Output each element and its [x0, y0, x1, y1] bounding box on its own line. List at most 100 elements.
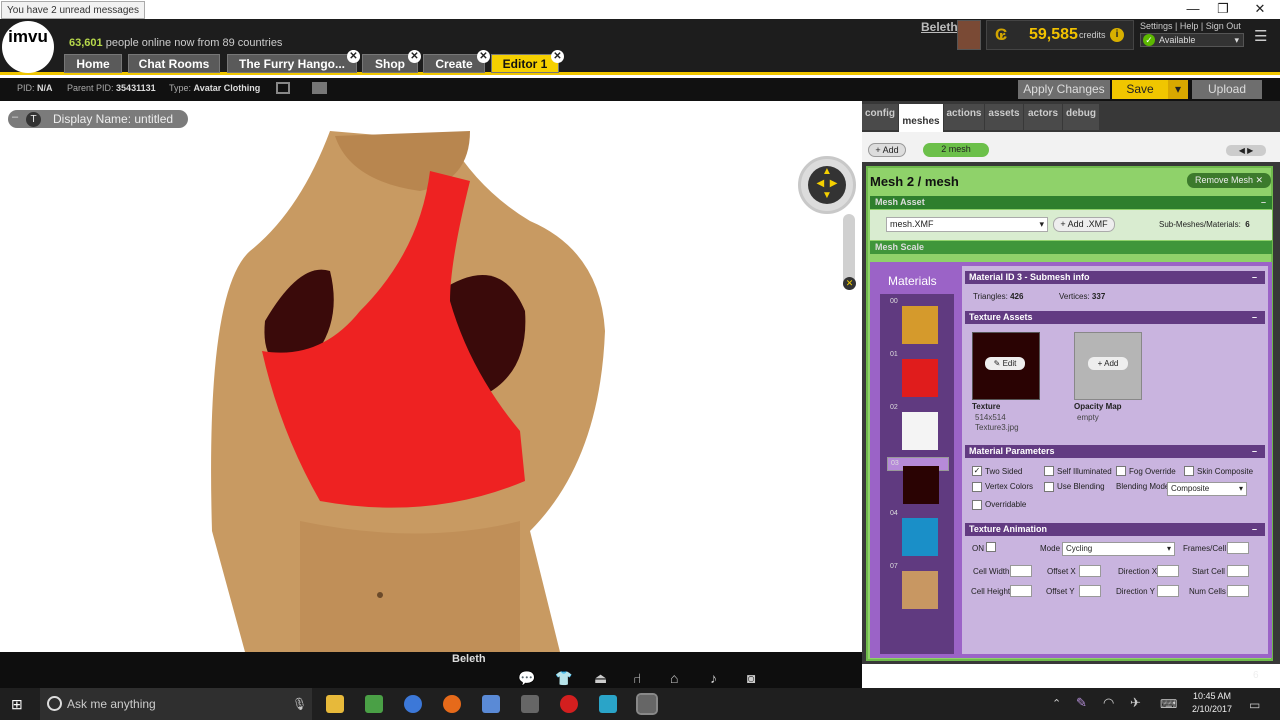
material-slot[interactable]: 00 — [887, 298, 949, 350]
windows-icon[interactable] — [276, 82, 290, 94]
credits-box[interactable]: ₢ 59,585 credits i — [986, 20, 1134, 50]
app-icon[interactable] — [365, 695, 383, 713]
material-params-header[interactable]: Material Parameters – — [965, 445, 1265, 458]
num-cells-input[interactable] — [1227, 585, 1249, 597]
tab-debug[interactable]: debug — [1063, 104, 1099, 130]
vertex-colors-checkbox[interactable] — [972, 482, 982, 492]
unread-notice[interactable]: You have 2 unread messages — [1, 1, 145, 19]
submesh-info-header[interactable]: Material ID 3 - Submesh info – — [965, 271, 1265, 284]
tab-actions[interactable]: actions — [944, 104, 984, 130]
remove-mesh-button[interactable]: Remove Mesh ✕ — [1187, 173, 1271, 188]
anim-mode-select[interactable]: Cycling ▾ — [1062, 542, 1175, 556]
close-button[interactable]: ✕ — [1245, 0, 1275, 19]
clock[interactable]: 10:45 AM 2/10/2017 — [1192, 690, 1232, 716]
cell-width-input[interactable] — [1010, 565, 1032, 577]
notifications-icon[interactable]: ▭ — [1249, 698, 1260, 712]
upload-button[interactable]: Upload — [1192, 80, 1262, 99]
texture-assets-header[interactable]: Texture Assets – — [965, 311, 1265, 324]
add-xmf-button[interactable]: + Add .XMF — [1053, 217, 1115, 232]
minimize-button[interactable]: — — [1178, 0, 1208, 19]
info-icon[interactable]: i — [1110, 28, 1124, 42]
material-slot[interactable]: 01 — [887, 351, 949, 403]
app-icon[interactable] — [599, 695, 617, 713]
status-dropdown[interactable]: Available ▾ — [1140, 33, 1244, 47]
tab-meshes[interactable]: meshes — [899, 104, 943, 132]
record-icon[interactable] — [560, 695, 578, 713]
tab-editor-1[interactable]: Editor 1 — [491, 54, 559, 73]
collapse-icon[interactable]: – — [1252, 445, 1257, 458]
material-slot-selected[interactable]: 03 — [887, 457, 949, 504]
settings-help-signout-links[interactable]: Settings | Help | Sign Out — [1140, 21, 1241, 31]
microphone-icon[interactable]: 🎙 — [292, 697, 307, 711]
tab-assets[interactable]: assets — [985, 104, 1023, 130]
collapse-icon[interactable]: – — [1252, 523, 1257, 536]
blending-mode-select[interactable]: Composite ▾ — [1167, 482, 1247, 496]
home-icon[interactable]: ⌂ — [670, 670, 678, 686]
collapse-icon[interactable]: – — [12, 111, 22, 127]
tab-actors[interactable]: actors — [1024, 104, 1062, 130]
mesh-tab-2[interactable]: 2 mesh — [923, 143, 989, 157]
anim-on-checkbox[interactable] — [986, 542, 996, 552]
collapse-icon[interactable]: – — [1252, 311, 1257, 324]
close-tab-icon[interactable]: ✕ — [477, 50, 490, 63]
add-mesh-button[interactable]: + Add — [868, 143, 906, 157]
direction-x-input[interactable] — [1157, 565, 1179, 577]
folder-icon[interactable] — [312, 82, 327, 94]
imvu-logo[interactable]: imvu — [2, 21, 54, 73]
save-dropdown-icon[interactable]: ▾ — [1168, 80, 1188, 99]
fog-override-checkbox[interactable] — [1116, 466, 1126, 476]
offset-x-input[interactable] — [1079, 565, 1101, 577]
start-icon[interactable]: ⊞ — [11, 697, 26, 711]
add-opacity-button[interactable]: + Add — [1088, 357, 1128, 370]
skin-composite-checkbox[interactable] — [1184, 466, 1194, 476]
start-cell-input[interactable] — [1227, 565, 1249, 577]
network-icon[interactable]: ✈ — [1130, 695, 1141, 711]
menu-icon[interactable]: ☰ — [1254, 27, 1267, 45]
cortana-icon[interactable] — [47, 696, 62, 711]
collapse-icon[interactable]: – — [1252, 271, 1257, 284]
save-button[interactable]: Save — [1112, 80, 1168, 99]
cell-height-input[interactable] — [1010, 585, 1032, 597]
keyboard-icon[interactable]: ⌨ — [1160, 697, 1177, 711]
two-sided-checkbox[interactable]: ✓ — [972, 466, 982, 476]
username-link[interactable]: Beleth — [921, 20, 958, 34]
file-explorer-icon[interactable] — [326, 695, 344, 713]
chair-icon[interactable]: ⑁ — [633, 670, 641, 686]
hanger-icon[interactable]: ⏏ — [594, 670, 607, 687]
pose-icon[interactable]: ♪ — [710, 670, 717, 686]
camera-icon[interactable]: ◙ — [747, 670, 755, 686]
search-input[interactable]: Ask me anything — [40, 688, 312, 720]
mesh-nav-arrows[interactable]: ◀ ▶ — [1226, 145, 1266, 156]
shirt-icon[interactable]: 👕 — [555, 670, 572, 687]
tab-config[interactable]: config — [862, 104, 898, 130]
3d-viewport[interactable] — [0, 101, 862, 652]
tab-home[interactable]: Home — [64, 54, 122, 73]
frames-per-cell-input[interactable] — [1227, 542, 1249, 554]
text-icon[interactable]: T — [26, 112, 41, 127]
close-tab-icon[interactable]: ✕ — [408, 50, 421, 63]
direction-y-input[interactable] — [1157, 585, 1179, 597]
imvu-taskbar-icon[interactable] — [636, 693, 658, 715]
tab-chat-rooms[interactable]: Chat Rooms — [128, 54, 220, 73]
edit-texture-button[interactable]: ✎ Edit — [985, 357, 1025, 370]
material-slot[interactable]: 07 — [887, 563, 949, 615]
material-slot[interactable]: 02 — [887, 404, 949, 456]
chat-icon[interactable]: 💬 — [518, 670, 535, 687]
media-icon[interactable] — [521, 695, 539, 713]
close-tab-icon[interactable]: ✕ — [347, 50, 360, 63]
arrows-icon[interactable]: ▲ ◀ ▶ ▼ — [808, 166, 846, 204]
material-slot[interactable]: 04 — [887, 510, 949, 562]
chevron-up-icon[interactable]: ⌃ — [1052, 697, 1061, 710]
pen-icon[interactable]: ✎ — [1076, 695, 1087, 711]
tab-create[interactable]: Create — [423, 54, 485, 73]
avatar[interactable] — [957, 20, 981, 50]
wifi-icon[interactable]: ◠ — [1103, 695, 1114, 711]
maximize-button[interactable]: ❐ — [1208, 0, 1238, 19]
mesh-scale-header[interactable]: Mesh Scale — [870, 241, 1272, 254]
document-icon[interactable] — [482, 695, 500, 713]
self-illuminated-checkbox[interactable] — [1044, 466, 1054, 476]
overridable-checkbox[interactable] — [972, 500, 982, 510]
firefox-icon[interactable] — [443, 695, 461, 713]
apply-changes-button[interactable]: Apply Changes — [1018, 80, 1110, 99]
texture-animation-header[interactable]: Texture Animation – — [965, 523, 1265, 536]
